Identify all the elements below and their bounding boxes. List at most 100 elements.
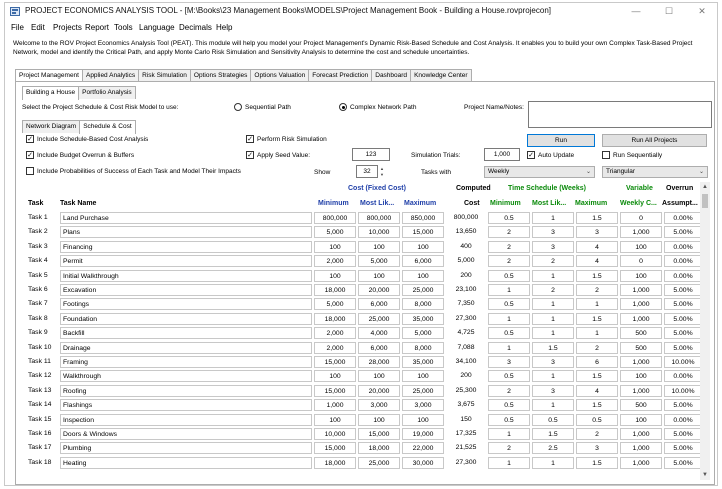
cost-most-likely-cell[interactable]: 100 <box>358 413 400 426</box>
maximize-button[interactable]: ☐ <box>653 3 685 20</box>
cost-max-cell[interactable]: 100 <box>402 269 444 282</box>
include-budget-checkbox[interactable]: ✓ <box>26 151 34 159</box>
overrun-cell[interactable]: 5.00% <box>664 442 702 455</box>
overrun-cell[interactable]: 0.00% <box>664 240 702 253</box>
time-min-cell[interactable]: 1 <box>488 312 530 325</box>
cost-min-cell[interactable]: 15,000 <box>314 356 356 368</box>
cost-min-cell[interactable]: 100 <box>314 413 356 426</box>
time-min-cell[interactable]: 0.5 <box>488 399 530 412</box>
time-most-likely-cell[interactable]: 2 <box>532 284 574 296</box>
overrun-cell[interactable]: 5.00% <box>664 456 702 469</box>
overrun-cell[interactable]: 10.00% <box>664 356 702 368</box>
time-max-cell[interactable]: 4 <box>576 384 618 397</box>
overrun-cell[interactable]: 5.00% <box>664 284 702 296</box>
cost-most-likely-cell[interactable]: 4,000 <box>358 327 400 340</box>
cost-max-cell[interactable]: 100 <box>402 240 444 253</box>
time-max-cell[interactable]: 3 <box>576 226 618 239</box>
weekly-cost-cell[interactable]: 100 <box>620 413 662 426</box>
cost-min-cell[interactable]: 5,000 <box>314 298 356 311</box>
menu-decimals[interactable]: Decimals <box>179 23 212 32</box>
weekly-cost-cell[interactable]: 500 <box>620 327 662 340</box>
project-notes-input[interactable] <box>528 101 712 128</box>
time-most-likely-cell[interactable]: 3 <box>532 240 574 253</box>
menu-tools[interactable]: Tools <box>114 23 133 32</box>
task-name-cell[interactable]: Financing <box>60 240 312 253</box>
cost-min-cell[interactable]: 800,000 <box>314 212 356 224</box>
overrun-cell[interactable]: 0.00% <box>664 212 702 224</box>
weekly-cost-cell[interactable]: 500 <box>620 341 662 354</box>
time-max-cell[interactable]: 6 <box>576 356 618 368</box>
weekly-cost-cell[interactable]: 100 <box>620 370 662 383</box>
seed-value-input[interactable]: 123 <box>352 148 390 161</box>
time-min-cell[interactable]: 0.5 <box>488 269 530 282</box>
overrun-cell[interactable]: 0.00% <box>664 413 702 426</box>
tasks-with-select[interactable]: Weekly ⌄ <box>484 166 595 178</box>
time-max-cell[interactable]: 1 <box>576 327 618 340</box>
weekly-cost-cell[interactable]: 0 <box>620 212 662 224</box>
time-min-cell[interactable]: 0.5 <box>488 327 530 340</box>
overrun-cell[interactable]: 5.00% <box>664 298 702 311</box>
show-count-input[interactable]: 32 <box>356 165 378 178</box>
cost-most-likely-cell[interactable]: 100 <box>358 269 400 282</box>
cost-max-cell[interactable]: 100 <box>402 370 444 383</box>
overrun-cell[interactable]: 5.00% <box>664 399 702 412</box>
time-max-cell[interactable]: 0.5 <box>576 413 618 426</box>
time-max-cell[interactable]: 1.5 <box>576 312 618 325</box>
weekly-cost-cell[interactable]: 1,000 <box>620 384 662 397</box>
task-name-cell[interactable]: Permit <box>60 255 312 268</box>
weekly-cost-cell[interactable]: 1,000 <box>620 456 662 469</box>
cost-most-likely-cell[interactable]: 20,000 <box>358 384 400 397</box>
cost-max-cell[interactable]: 100 <box>402 413 444 426</box>
cost-most-likely-cell[interactable]: 100 <box>358 370 400 383</box>
time-most-likely-cell[interactable]: 1.5 <box>532 428 574 440</box>
time-most-likely-cell[interactable]: 1 <box>532 298 574 311</box>
time-min-cell[interactable]: 1 <box>488 341 530 354</box>
time-max-cell[interactable]: 1.5 <box>576 399 618 412</box>
auto-update-checkbox[interactable]: ✓ <box>527 151 535 159</box>
time-most-likely-cell[interactable]: 1 <box>532 269 574 282</box>
task-name-cell[interactable]: Excavation <box>60 284 312 296</box>
distribution-select[interactable]: Triangular ⌄ <box>602 166 708 178</box>
cost-max-cell[interactable]: 19,000 <box>402 428 444 440</box>
time-min-cell[interactable]: 1 <box>488 428 530 440</box>
overrun-cell[interactable]: 0.00% <box>664 269 702 282</box>
tab-portfolio-analysis[interactable]: Portfolio Analysis <box>78 86 136 99</box>
time-max-cell[interactable]: 2 <box>576 341 618 354</box>
weekly-cost-cell[interactable]: 100 <box>620 269 662 282</box>
task-name-cell[interactable]: Walkthrough <box>60 370 312 383</box>
minimize-button[interactable]: — <box>620 3 652 20</box>
overrun-cell[interactable]: 10.00% <box>664 384 702 397</box>
include-probabilities-checkbox[interactable] <box>26 167 34 175</box>
sequential-path-radio[interactable] <box>234 103 242 111</box>
cost-most-likely-cell[interactable]: 800,000 <box>358 212 400 224</box>
simulation-trials-input[interactable]: 1,000 <box>484 148 520 161</box>
cost-min-cell[interactable]: 18,000 <box>314 312 356 325</box>
time-max-cell[interactable]: 1.5 <box>576 212 618 224</box>
time-most-likely-cell[interactable]: 1 <box>532 456 574 469</box>
close-button[interactable]: ✕ <box>686 3 718 20</box>
cost-most-likely-cell[interactable]: 25,000 <box>358 456 400 469</box>
cost-min-cell[interactable]: 18,000 <box>314 284 356 296</box>
tab-network-diagram[interactable]: Network Diagram <box>22 120 81 133</box>
cost-min-cell[interactable]: 100 <box>314 240 356 253</box>
time-min-cell[interactable]: 2 <box>488 442 530 455</box>
apply-seed-checkbox[interactable]: ✓ <box>246 151 254 159</box>
cost-max-cell[interactable]: 25,000 <box>402 384 444 397</box>
time-most-likely-cell[interactable]: 1 <box>532 399 574 412</box>
perform-risk-checkbox[interactable]: ✓ <box>246 135 254 143</box>
menu-file[interactable]: File <box>11 23 24 32</box>
tab-building-a-house[interactable]: Building a House <box>22 86 80 100</box>
complex-network-path-radio[interactable] <box>339 103 347 111</box>
cost-most-likely-cell[interactable]: 28,000 <box>358 356 400 368</box>
task-name-cell[interactable]: Initial Walkthrough <box>60 269 312 282</box>
show-count-spinner[interactable]: ▲ ▼ <box>378 166 386 178</box>
task-name-cell[interactable]: Framing <box>60 356 312 368</box>
cost-max-cell[interactable]: 8,000 <box>402 298 444 311</box>
time-most-likely-cell[interactable]: 1 <box>532 370 574 383</box>
cost-max-cell[interactable]: 15,000 <box>402 226 444 239</box>
menu-edit[interactable]: Edit <box>31 23 45 32</box>
cost-min-cell[interactable]: 15,000 <box>314 384 356 397</box>
cost-most-likely-cell[interactable]: 15,000 <box>358 428 400 440</box>
time-most-likely-cell[interactable]: 0.5 <box>532 413 574 426</box>
cost-min-cell[interactable]: 15,000 <box>314 442 356 455</box>
